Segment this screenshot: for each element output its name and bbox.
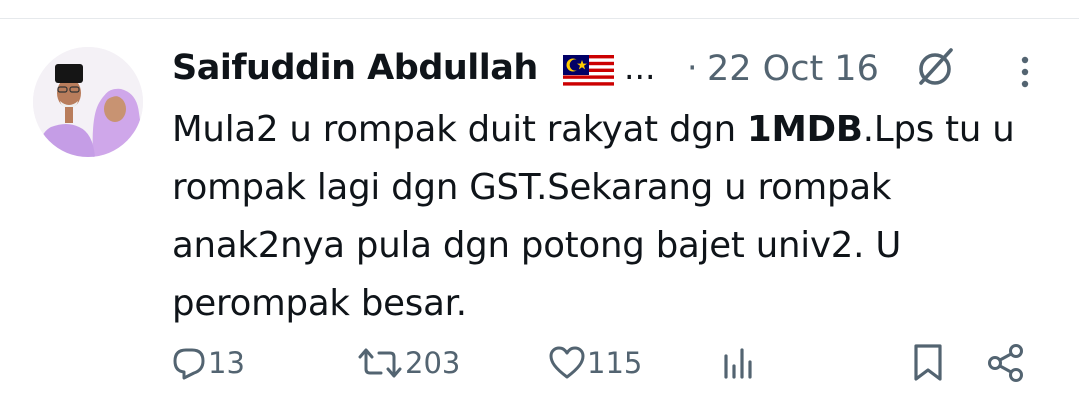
like-button[interactable]: 115 (549, 335, 642, 390)
avatar-photo (33, 47, 143, 157)
reply-icon (173, 348, 205, 379)
bookmark-icon (914, 343, 942, 381)
retweet-count: 203 (405, 345, 461, 380)
retweet-icon (358, 348, 402, 377)
tweet-text: Mula2 u rompak duit rakyat dgn 1MDB.Lps … (172, 101, 1052, 333)
more-options-icon[interactable] (1010, 52, 1040, 92)
reply-count: 13 (208, 345, 245, 380)
author-name[interactable]: Saifuddin Abdullah (172, 48, 538, 88)
retweet-button[interactable]: 203 (357, 335, 460, 390)
tweet-text-bold: 1MDB (747, 109, 863, 150)
bookmark-button[interactable] (910, 335, 946, 390)
separator-dot: · (687, 48, 698, 87)
avatar[interactable] (33, 47, 143, 157)
top-divider (0, 18, 1079, 19)
like-count: 115 (587, 345, 643, 380)
action-bar: 13 203 115 (0, 335, 1079, 390)
malaysia-flag-icon (563, 55, 614, 89)
views-button[interactable] (720, 335, 756, 390)
tweet-header: Saifuddin Abdullah ... · 22 Oct 16 (172, 44, 1052, 96)
grok-icon[interactable] (910, 44, 960, 94)
tweet-text-part: Mula2 u rompak duit rakyat dgn (172, 109, 748, 150)
share-icon (988, 343, 1023, 382)
tweet-date[interactable]: 22 Oct 16 (707, 49, 879, 89)
name-truncation: ... (624, 48, 656, 87)
views-chart-icon (724, 347, 752, 379)
reply-button[interactable]: 13 (172, 335, 245, 390)
share-button[interactable] (986, 335, 1026, 390)
heart-icon (549, 346, 585, 378)
